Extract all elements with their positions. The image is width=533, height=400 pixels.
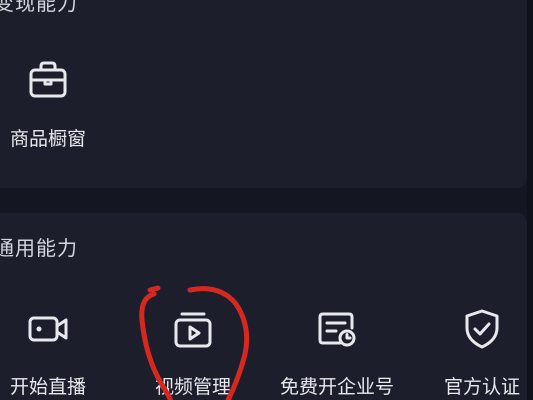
item-video-manage[interactable]: 视频管理 [133,306,253,399]
item-start-live[interactable]: 开始直播 [0,306,108,399]
item-label: 开始直播 [9,376,86,398]
section-title-monetize: 变现能力 [0,0,78,15]
item-label: 视频管理 [154,376,231,398]
shield-check-icon [422,306,533,356]
item-product-showcase[interactable]: 商品橱窗 [0,58,108,151]
enterprise-clock-icon [277,306,397,356]
shop-bag-icon [0,58,108,108]
item-label: 免费开企业号 [279,376,394,398]
video-camera-icon [0,306,108,356]
video-folder-icon [133,306,253,356]
screen: 变现能力 商品橱窗 通用能力 开始直播 视频管理 免费开企业号 官方认证 [0,0,533,400]
item-official-verify[interactable]: 官方认证 [422,306,533,399]
item-enterprise-account[interactable]: 免费开企业号 [277,306,397,399]
item-label: 官方认证 [443,376,520,398]
item-label: 商品橱窗 [9,128,86,150]
section-title-general: 通用能力 [0,236,78,260]
